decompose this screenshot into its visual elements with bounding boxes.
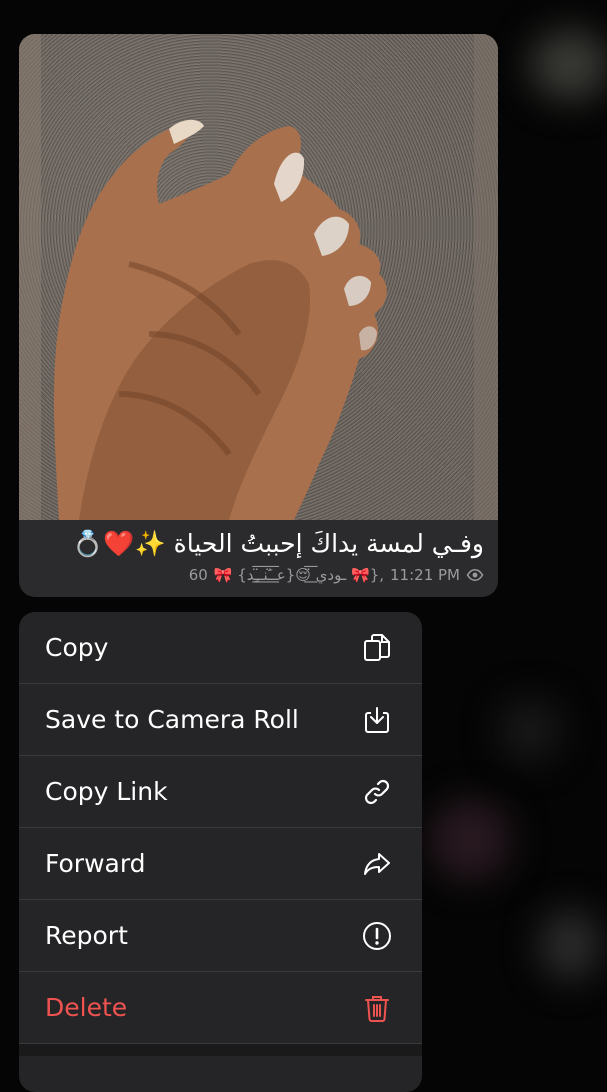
- sender-signature: 🎀 {عـ̈͟͞ـَنـ̈͟͞ـِد}😌 ̈͟͞ـودي 🎀},: [213, 566, 385, 584]
- message-meta: 60 🎀 {عـ̈͟͞ـَنـ̈͟͞ـِد}😌 ̈͟͞ـودي 🎀}, 11:2…: [19, 566, 484, 584]
- menu-item-label: Report: [45, 921, 128, 950]
- menu-item-copy[interactable]: Copy: [19, 612, 422, 684]
- link-icon: [360, 775, 394, 809]
- menu-item-delete[interactable]: Delete: [19, 972, 422, 1044]
- menu-item-label: Delete: [45, 993, 128, 1022]
- message-photo[interactable]: [19, 34, 498, 520]
- menu-item-copy-link[interactable]: Copy Link: [19, 756, 422, 828]
- menu-item-report[interactable]: Report: [19, 900, 422, 972]
- message-bubble[interactable]: وفـي لمسة يداكَ إحببتُ الحياة ✨❤️💍 60 🎀 …: [19, 34, 498, 597]
- background-blur: [500, 700, 560, 760]
- menu-item-label: Save to Camera Roll: [45, 705, 299, 734]
- menu-item-save-camera-roll[interactable]: Save to Camera Roll: [19, 684, 422, 756]
- menu-item-label: Copy: [45, 633, 109, 662]
- menu-item-label: Forward: [45, 849, 146, 878]
- view-count: 60: [188, 566, 208, 584]
- menu-separator: [19, 1044, 422, 1056]
- background-blur: [530, 30, 607, 100]
- copy-icon: [360, 631, 394, 665]
- background-blur: [540, 910, 600, 980]
- eye-icon: [466, 568, 484, 582]
- message-caption: وفـي لمسة يداكَ إحببتُ الحياة ✨❤️💍: [72, 529, 484, 558]
- menu-item-label: Copy Link: [45, 777, 168, 806]
- exclamation-circle-icon: [360, 919, 394, 953]
- menu-item-more[interactable]: [19, 1056, 422, 1092]
- save-download-icon: [360, 703, 394, 737]
- context-menu: Copy Save to Camera Roll Copy Link Forwa…: [19, 612, 422, 1092]
- background-blur: [430, 800, 510, 880]
- menu-item-forward[interactable]: Forward: [19, 828, 422, 900]
- trash-icon: [360, 991, 394, 1025]
- forward-arrow-icon: [360, 847, 394, 881]
- hands-illustration: [54, 119, 387, 520]
- message-time: 11:21 PM: [390, 566, 460, 584]
